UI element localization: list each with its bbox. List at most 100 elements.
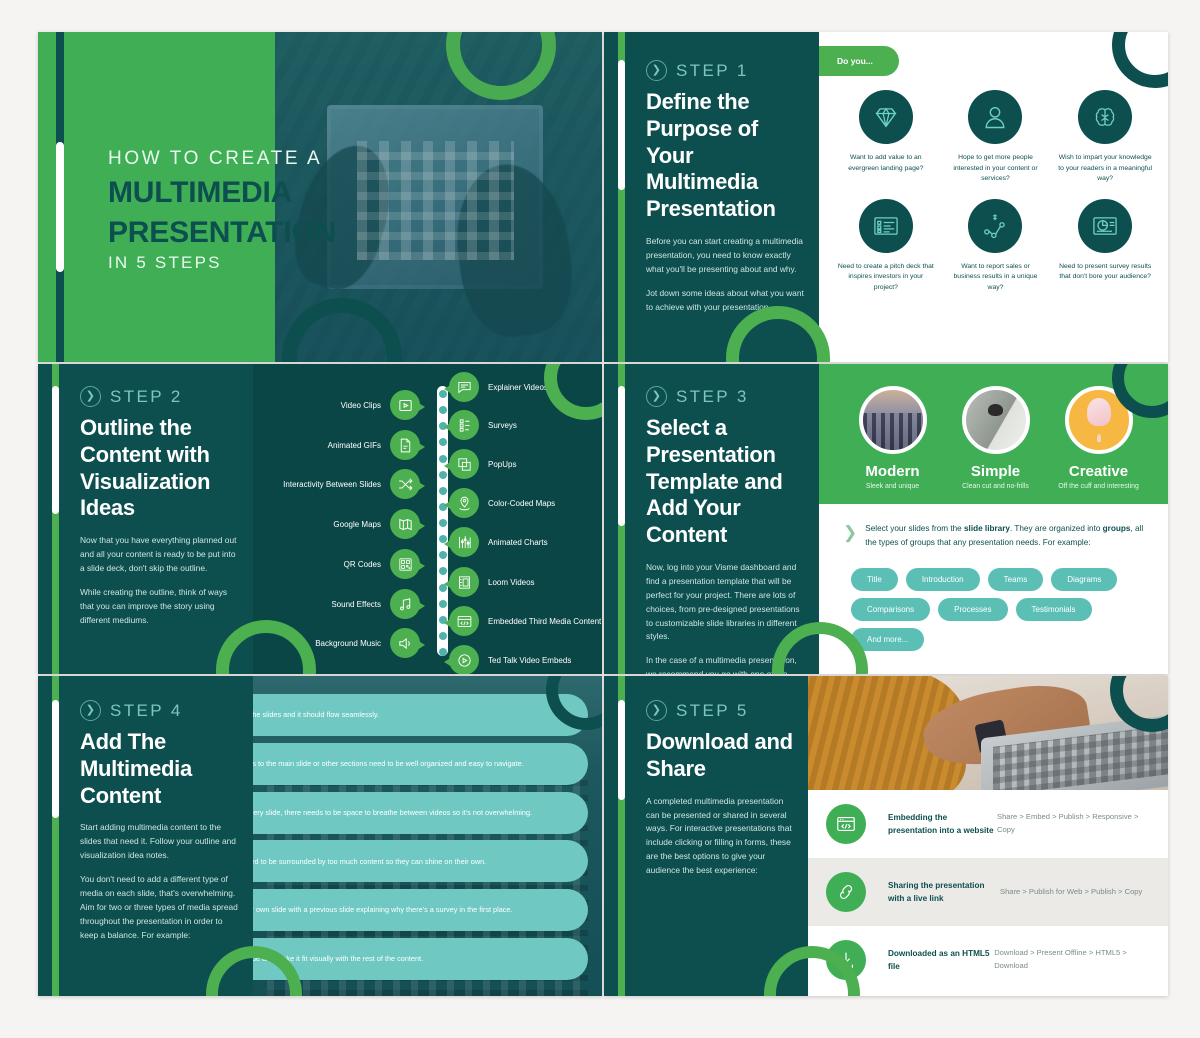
group-pill[interactable]: Title	[851, 568, 898, 591]
download-option-path: Share > Publish for Web > Publish > Copy	[1000, 886, 1143, 896]
group-pill[interactable]: Introduction	[905, 568, 980, 591]
person-icon	[968, 90, 1023, 144]
do-you-pill: Do you...	[819, 46, 899, 76]
purpose-item[interactable]: Hope to get more people interested in yo…	[943, 90, 1049, 185]
purpose-caption: Need to present survey results that don'…	[1059, 262, 1152, 281]
download-option-row[interactable]: Sharing the presentation with a live lin…	[808, 858, 1168, 926]
pie-chart-icon	[1078, 198, 1133, 253]
download-option-title: Sharing the presentation with a live lin…	[888, 880, 985, 903]
idea-label: QR Codes	[343, 559, 381, 569]
idea-label: Surveys	[488, 420, 517, 430]
idea-item-right[interactable]: Surveys	[444, 410, 517, 440]
left-white-bar	[52, 700, 59, 818]
left-white-bar	[618, 386, 625, 526]
group-pill[interactable]: Comparisons	[851, 598, 931, 621]
step-header: ❯ STEP 3	[646, 386, 807, 407]
download-options-table: Embedding the presentation into a websit…	[808, 790, 1168, 996]
idea-item-right[interactable]: Animated Charts	[444, 527, 548, 557]
idea-item-left[interactable]: Interactivity Between Slides	[283, 469, 425, 499]
download-option-row[interactable]: Downloaded as an HTML5 file Download > P…	[808, 926, 1168, 994]
template-card[interactable]: Modern Sleek and unique	[843, 386, 943, 490]
step-body-paragraph: Now, log into your Visme dashboard and f…	[646, 562, 800, 642]
survey-icon	[444, 410, 479, 440]
decorative-ring-teal	[1112, 32, 1168, 88]
step-body-paragraph: Now that you have everything planned out…	[80, 535, 237, 574]
download-option-row[interactable]: Embedding the presentation into a websit…	[808, 790, 1168, 858]
idea-item-left[interactable]: Animated GIFs	[328, 430, 425, 460]
decorative-ring-green	[544, 364, 602, 420]
lib-bold-b: groups	[1102, 524, 1131, 533]
purpose-caption: Wish to impart your knowledge to your re…	[1058, 154, 1152, 183]
group-pill[interactable]: Processes	[938, 598, 1008, 621]
shuffle-icon	[390, 469, 425, 499]
chevron-right-icon: ❯	[80, 386, 101, 407]
idea-item-right[interactable]: Embedded Third Media Content	[444, 606, 601, 636]
idea-label: Animated Charts	[488, 537, 548, 547]
step-title: Outline the Content with Visualization I…	[80, 415, 211, 521]
purpose-caption: Want to report sales or business results…	[953, 262, 1038, 291]
step-title: Add The Multimedia Content	[80, 729, 192, 808]
purpose-item[interactable]: Want to add value to an evergreen landin…	[833, 90, 939, 185]
template-desc: Clean cut and no-frills	[962, 483, 1029, 490]
brain-icon	[1078, 90, 1133, 144]
timeline-dot	[438, 470, 447, 479]
template-name: Simple	[970, 463, 1021, 480]
idea-item-right[interactable]: Explainer Videos	[444, 372, 548, 402]
idea-item-right[interactable]: Loom Videos	[444, 567, 535, 597]
step4-left-panel: ❯ STEP 4 Add The Multimedia Content Star…	[38, 676, 253, 996]
idea-item-right[interactable]: PopUps	[444, 449, 516, 479]
timeline-dot	[438, 438, 447, 447]
group-pill[interactable]: Teams	[987, 568, 1044, 591]
title-line-2: MULTIMEDIA	[108, 176, 293, 209]
idea-item-right[interactable]: Ted Talk Video Embeds	[444, 645, 572, 674]
idea-item-left[interactable]: Video Clips	[340, 390, 425, 420]
step-header: ❯ STEP 1	[646, 60, 805, 81]
left-white-bar	[52, 386, 59, 514]
chevron-right-icon: ❯	[843, 523, 858, 542]
purpose-item[interactable]: Need to create a pitch deck that inspire…	[833, 198, 939, 294]
idea-item-left[interactable]: QR Codes	[343, 549, 425, 579]
slide-library-text: Select your slides from the slide librar…	[865, 522, 1152, 551]
step-body-paragraph: Before you can start creating a multimed…	[646, 236, 803, 274]
step-body-paragraph: You don't need to add a different type o…	[80, 874, 238, 940]
timeline-dot	[438, 631, 447, 640]
step-body: Start adding multimedia content to the s…	[80, 821, 241, 942]
idea-label: Color-Coded Maps	[488, 498, 556, 508]
group-pill[interactable]: Diagrams	[1051, 568, 1118, 591]
music-icon	[390, 589, 425, 619]
idea-label: Video Clips	[340, 400, 381, 410]
template-desc: Off the cuff and interesting	[1058, 483, 1139, 490]
idea-item-left[interactable]: Google Maps	[333, 509, 425, 539]
slide-step-2[interactable]: Video Clips Animated GIFs Interactivity …	[38, 364, 602, 674]
slide-title[interactable]: HOW TO CREATE A MULTIMEDIA PRESENTATION …	[38, 32, 602, 362]
slide-step-1[interactable]: Do you... Want to add value to an evergr…	[604, 32, 1168, 362]
idea-label: Ted Talk Video Embeds	[488, 655, 572, 665]
group-pill[interactable]: Testimonials	[1015, 598, 1092, 621]
purpose-item[interactable]: Need to present survey results that don'…	[1052, 198, 1158, 294]
sales-graph-icon	[968, 198, 1023, 253]
timeline-dot	[438, 551, 447, 560]
step3-right-panel: Modern Sleek and unique Simple Clean cut…	[819, 364, 1168, 674]
hand-shape	[446, 157, 581, 343]
step-header: ❯ STEP 4	[80, 700, 241, 721]
step-body-paragraph: A completed multimedia presentation can …	[646, 795, 792, 875]
slide-step-3[interactable]: Modern Sleek and unique Simple Clean cut…	[604, 364, 1168, 674]
diamond-icon	[858, 90, 913, 144]
left-white-bar	[618, 60, 625, 190]
idea-item-right[interactable]: Color-Coded Maps	[444, 488, 556, 518]
step-label: STEP 4	[110, 700, 183, 720]
step-label: STEP 2	[110, 386, 183, 406]
step-label: STEP 3	[676, 386, 749, 406]
purpose-item[interactable]: Wish to impart your knowledge to your re…	[1052, 90, 1158, 185]
link-icon	[826, 872, 866, 912]
slide-step-5[interactable]: Embedding the presentation into a websit…	[604, 676, 1168, 996]
chat-icon	[444, 372, 479, 402]
template-card[interactable]: Simple Clean cut and no-frills	[946, 386, 1046, 490]
timeline-dot	[438, 648, 447, 656]
chevron-right-icon: ❯	[80, 700, 101, 721]
purpose-item[interactable]: Want to report sales or business results…	[943, 198, 1049, 294]
slide-step-4[interactable]: A narration can cover all the slides and…	[38, 676, 602, 996]
idea-item-left[interactable]: Sound Effects	[331, 589, 425, 619]
idea-item-left[interactable]: Background Music	[315, 628, 425, 658]
lib-text-b: . They are organized into	[1009, 524, 1103, 533]
